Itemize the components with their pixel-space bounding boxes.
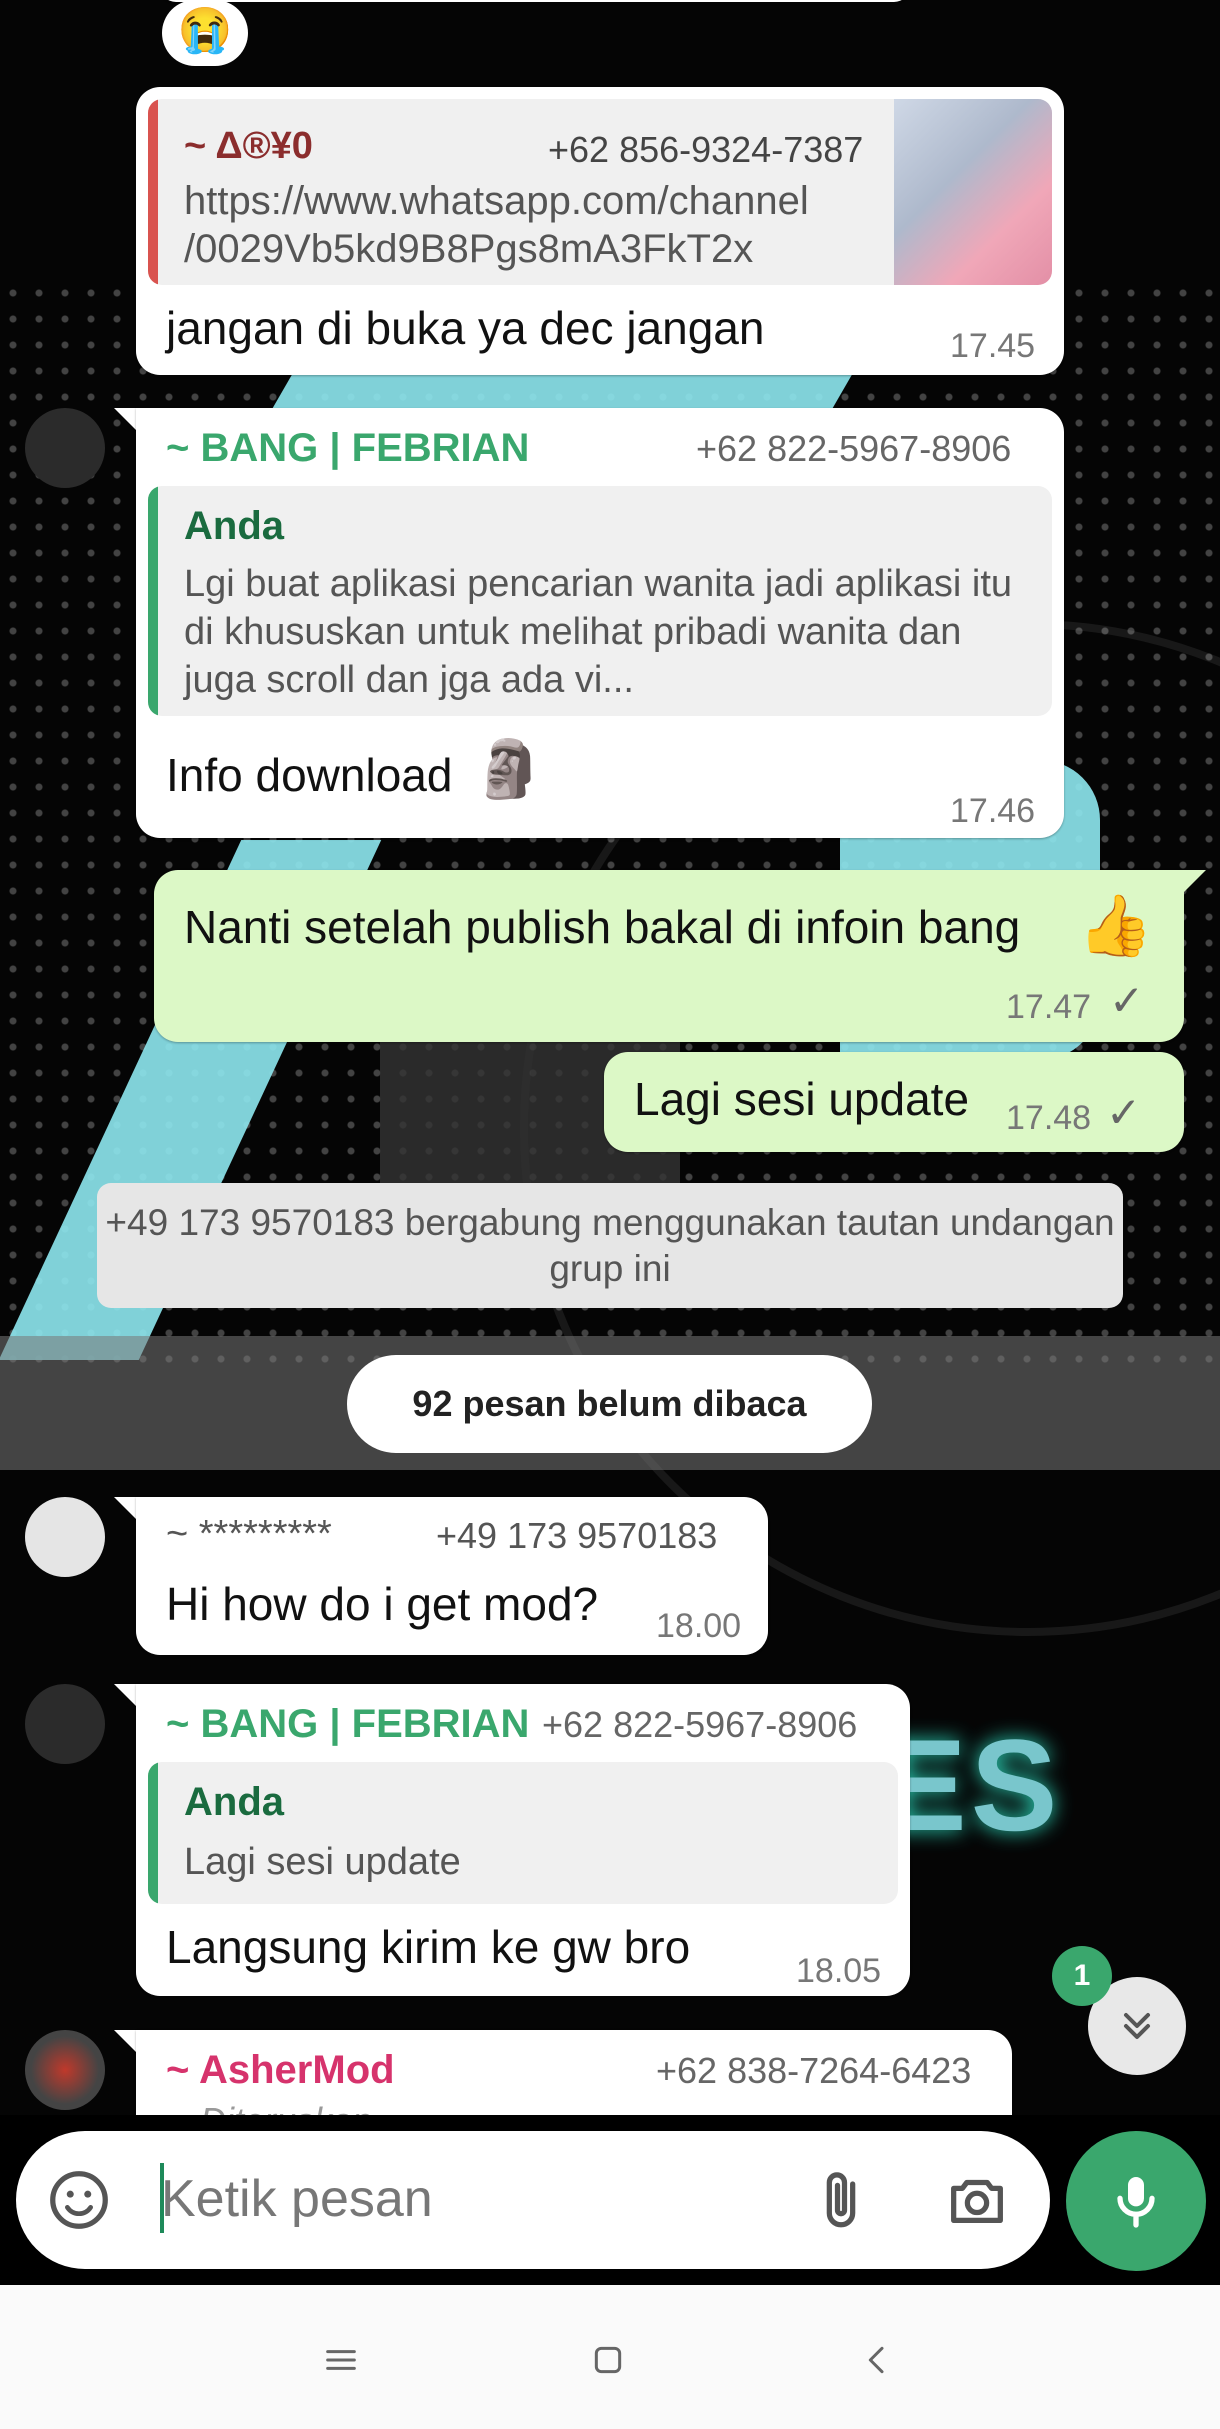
sent-check-icon: ✓	[1106, 1089, 1142, 1136]
moai-emoji: 🗿	[474, 737, 544, 800]
unread-count-pill: 92 pesan belum dibaca	[347, 1355, 872, 1453]
paperclip-icon[interactable]	[806, 2165, 876, 2235]
camera-icon[interactable]	[942, 2165, 1012, 2235]
quote-author: Anda	[184, 504, 284, 548]
message-text: Info download	[166, 749, 453, 801]
message-bubble-partial	[160, 0, 910, 2]
quoted-message[interactable]: Anda Lgi buat aplikasi pencarian wanita …	[148, 486, 1052, 716]
quoted-message[interactable]: Anda Lagi sesi update	[148, 1762, 898, 1904]
reaction-emoji: 😭	[177, 6, 233, 55]
message-text: Nanti setelah publish bakal di infoin ba…	[184, 901, 1021, 953]
message-time: 18.00	[656, 1607, 742, 1645]
link-preview[interactable]: ~ Δ®¥0 +62 856-9324-7387 https://www.wha…	[148, 99, 1052, 285]
sender-name: ~ BANG | FEBRIAN	[166, 426, 530, 470]
bubble-tail	[114, 1497, 136, 1519]
chat-area[interactable]: ES 😭 ~ Δ®¥0 +62 856-9324-7387 https://ww…	[0, 0, 1220, 2115]
message-time: 17.48	[1006, 1099, 1092, 1137]
back-icon[interactable]	[842, 2325, 912, 2395]
message-time: 17.47	[1006, 988, 1092, 1026]
channel-thumbnail	[894, 99, 1052, 285]
message-bubble[interactable]: ~ ********* +49 173 9570183 Hi how do i …	[136, 1497, 768, 1655]
message-text: Langsung kirim ke gw bro	[166, 1921, 691, 1973]
message-bubble[interactable]: ~ BANG | FEBRIAN +62 822-5967-8906 Anda …	[136, 1684, 910, 1996]
sent-check-icon: ✓	[1109, 977, 1145, 1024]
sender-phone: +62 822-5967-8906	[696, 428, 1012, 469]
message-time: 18.05	[796, 1952, 882, 1990]
avatar[interactable]	[25, 1684, 105, 1764]
system-navigation-bar	[0, 2285, 1220, 2429]
link-url-line2: /0029Vb5kd9B8Pgs8mA3FkT2x	[184, 227, 754, 271]
sender-phone: +62 822-5967-8906	[542, 1704, 858, 1745]
message-time: 17.45	[950, 327, 1036, 365]
microphone-icon	[1117, 2177, 1155, 2228]
sender-phone: +49 173 9570183	[436, 1515, 718, 1556]
sticker-icon[interactable]	[44, 2165, 114, 2235]
sender-phone: +62 838-7264-6423	[656, 2050, 972, 2091]
sender-name: ~ BANG | FEBRIAN	[166, 1702, 530, 1746]
sender-phone: +62 856-9324-7387	[548, 129, 864, 170]
quote-author: Anda	[184, 1780, 284, 1824]
avatar[interactable]	[25, 1497, 105, 1577]
system-message: +49 173 9570183 bergabung menggunakan ta…	[97, 1183, 1123, 1308]
bubble-tail	[114, 2030, 136, 2052]
sender-name: ~ *********	[166, 1513, 332, 1555]
forwarded-label: » Diteruskan	[170, 2100, 372, 2115]
home-icon[interactable]	[573, 2325, 643, 2395]
message-input-placeholder: Ketik pesan	[161, 2170, 433, 2228]
quote-bar	[148, 1762, 158, 1904]
reaction-badge[interactable]: 😭	[162, 0, 248, 66]
message-text: Lagi sesi update	[634, 1073, 970, 1125]
quote-bar	[148, 486, 158, 716]
avatar[interactable]	[25, 408, 105, 488]
link-url-line1: https://www.whatsapp.com/channel	[184, 179, 809, 223]
sender-name: ~ Δ®¥0	[184, 125, 313, 167]
sender-name: ~ AsherMod	[166, 2048, 395, 2092]
message-input[interactable]: Ketik pesan	[16, 2131, 1050, 2269]
quote-bar	[148, 99, 158, 285]
message-bubble-outgoing[interactable]: Nanti setelah publish bakal di infoin ba…	[154, 870, 1184, 1042]
message-bubble[interactable]: ~ AsherMod +62 838-7264-6423 » Diteruska…	[136, 2030, 1012, 2115]
thumbs-up-emoji: 👍	[1078, 892, 1153, 959]
bubble-tail	[114, 1684, 136, 1706]
message-text: Hi how do i get mod?	[166, 1578, 599, 1630]
quote-text: Lgi buat aplikasi pencarian wanita jadi …	[184, 563, 1013, 701]
menu-icon[interactable]	[306, 2325, 376, 2395]
message-time: 17.46	[950, 792, 1036, 830]
quote-text: Lagi sesi update	[184, 1841, 461, 1883]
message-bubble[interactable]: ~ BANG | FEBRIAN +62 822-5967-8906 Anda …	[136, 408, 1064, 838]
message-bubble[interactable]: ~ Δ®¥0 +62 856-9324-7387 https://www.wha…	[136, 87, 1064, 375]
message-text: jangan di buka ya dec jangan	[166, 302, 765, 354]
avatar[interactable]	[25, 2030, 105, 2110]
bubble-tail	[114, 408, 136, 430]
bubble-tail	[1184, 870, 1206, 892]
double-chevron-down-icon	[1123, 2012, 1151, 2040]
message-bubble-outgoing[interactable]: Lagi sesi update 17.48 ✓	[604, 1052, 1184, 1152]
voice-record-button[interactable]	[1066, 2131, 1206, 2271]
unread-badge: 1	[1052, 1946, 1112, 2006]
